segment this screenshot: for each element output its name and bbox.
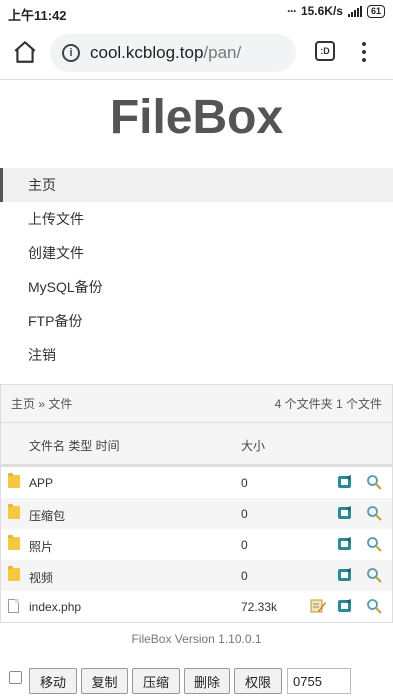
nav-item-upload[interactable]: 上传文件 xyxy=(0,202,393,236)
url-bar[interactable]: i cool.kcblog.top/pan/ xyxy=(50,34,296,72)
edit-icon[interactable] xyxy=(310,598,326,614)
permission-input[interactable] xyxy=(287,668,351,694)
file-count-summary: 4 个文件夹 1 个文件 xyxy=(274,397,382,411)
rename-icon[interactable] xyxy=(337,567,353,583)
status-indicators: ··· 15.6K/s 61 xyxy=(287,4,385,18)
nav-item-create[interactable]: 创建文件 xyxy=(0,236,393,270)
status-bar: 上午11:42 ··· 15.6K/s 61 xyxy=(0,0,393,24)
info-icon[interactable]: i xyxy=(62,44,80,62)
file-size: 72.33k xyxy=(241,600,278,614)
file-panel: 主页 » 文件 4 个文件夹 1 个文件 文件名 类型 时间 大小 APP 0 … xyxy=(0,384,393,623)
nav-item-ftp-backup[interactable]: FTP备份 xyxy=(0,304,393,338)
breadcrumb[interactable]: 主页 » 文件 xyxy=(11,395,72,412)
folder-icon xyxy=(8,566,20,581)
file-name[interactable]: 视频 xyxy=(29,569,53,586)
rename-icon[interactable] xyxy=(337,505,353,521)
file-size: 0 xyxy=(241,476,248,490)
permission-button[interactable]: 权限 xyxy=(234,668,282,694)
move-button[interactable]: 移动 xyxy=(29,668,77,694)
column-size-header[interactable]: 大小 xyxy=(241,437,265,454)
nav-item-home[interactable]: 主页 xyxy=(0,168,393,202)
view-icon[interactable] xyxy=(366,505,382,521)
select-all-checkbox[interactable] xyxy=(9,671,22,684)
site-logo: FileBox xyxy=(109,91,284,144)
tabs-button[interactable]: :D xyxy=(315,41,335,61)
battery-icon: 61 xyxy=(366,4,385,18)
signal-icon xyxy=(347,5,362,17)
overflow-menu-icon[interactable] xyxy=(358,40,370,64)
rename-icon[interactable] xyxy=(337,536,353,552)
browser-toolbar: i cool.kcblog.top/pan/ :D xyxy=(0,24,393,80)
delete-button[interactable]: 删除 xyxy=(184,668,230,694)
file-name[interactable]: index.php xyxy=(29,600,81,614)
folder-icon xyxy=(8,504,20,519)
rename-icon[interactable] xyxy=(337,598,353,614)
version-footer: FileBox Version 1.10.0.1 xyxy=(131,632,262,646)
view-icon[interactable] xyxy=(366,474,382,490)
file-name[interactable]: 压缩包 xyxy=(29,507,65,524)
table-row[interactable]: index.php 72.33k xyxy=(1,591,392,622)
file-name[interactable]: APP xyxy=(29,476,53,490)
compress-button[interactable]: 压缩 xyxy=(132,668,180,694)
home-icon[interactable] xyxy=(12,39,38,65)
more-notifications-icon: ··· xyxy=(286,4,297,18)
table-row[interactable]: 视频 0 xyxy=(1,560,392,591)
folder-icon xyxy=(8,473,20,488)
file-size: 0 xyxy=(241,538,248,552)
file-icon xyxy=(8,599,19,613)
network-speed: 15.6K/s xyxy=(300,4,343,18)
column-name-header[interactable]: 文件名 类型 时间 xyxy=(29,437,120,454)
file-name[interactable]: 照片 xyxy=(29,538,53,555)
bulk-action-toolbar: 移动 复制 压缩 删除 权限 xyxy=(0,668,393,696)
view-icon[interactable] xyxy=(366,536,382,552)
file-size: 0 xyxy=(241,569,248,583)
folder-icon xyxy=(8,535,20,550)
view-icon[interactable] xyxy=(366,567,382,583)
panel-header: 主页 » 文件 4 个文件夹 1 个文件 xyxy=(1,385,392,423)
url-text[interactable]: cool.kcblog.top/pan/ xyxy=(90,43,241,63)
nav-item-logout[interactable]: 注销 xyxy=(0,338,393,372)
copy-button[interactable]: 复制 xyxy=(81,668,128,694)
nav-item-mysql-backup[interactable]: MySQL备份 xyxy=(0,270,393,304)
main-nav: 主页 上传文件 创建文件 MySQL备份 FTP备份 注销 xyxy=(0,168,393,372)
status-time: 上午11:42 xyxy=(8,8,67,23)
table-row[interactable]: 压缩包 0 xyxy=(1,498,392,529)
rename-icon[interactable] xyxy=(337,474,353,490)
table-row[interactable]: APP 0 xyxy=(1,467,392,498)
table-row[interactable]: 照片 0 xyxy=(1,529,392,560)
table-header: 文件名 类型 时间 大小 xyxy=(1,423,392,467)
view-icon[interactable] xyxy=(366,598,382,614)
file-size: 0 xyxy=(241,507,248,521)
